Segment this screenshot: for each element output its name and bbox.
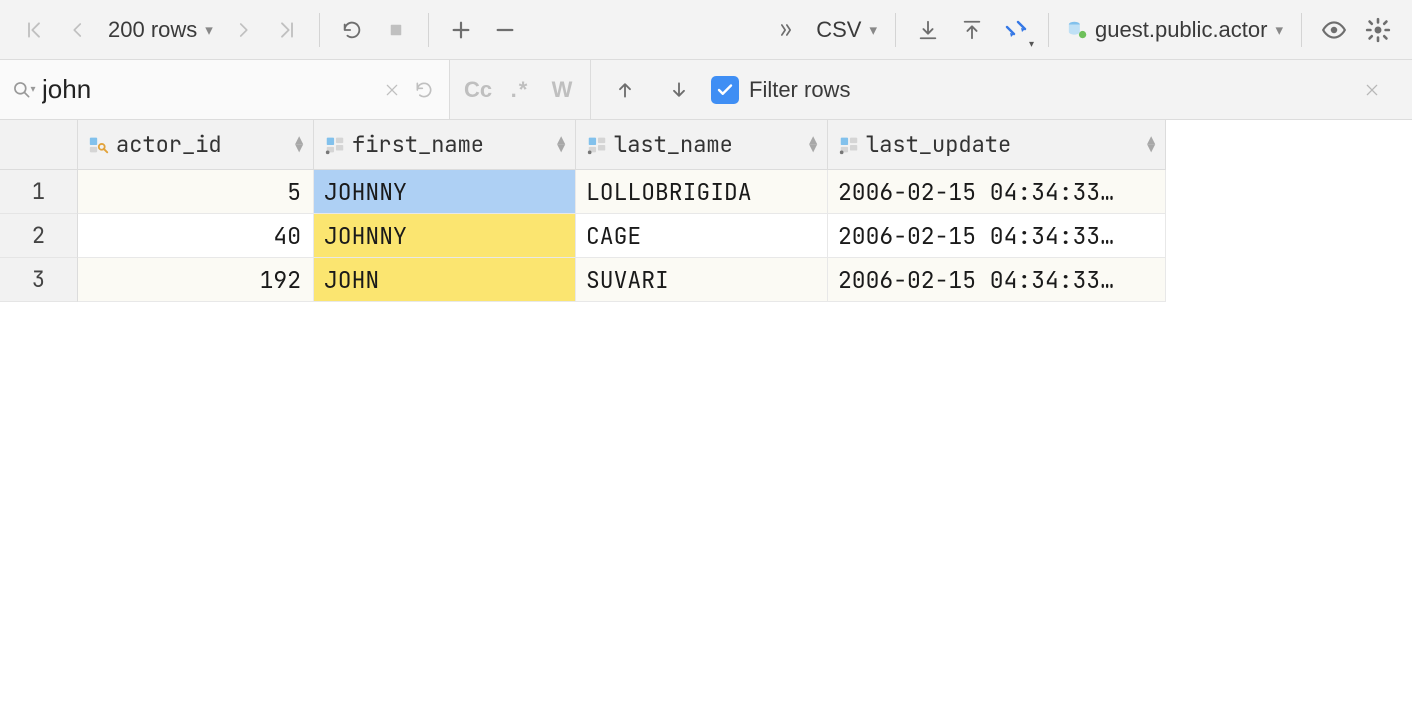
close-filter-button[interactable] [1364,82,1400,98]
column-header-actor_id[interactable]: actor_id ▲▼ [78,120,314,170]
cell[interactable]: 192 [78,258,314,302]
refresh-button[interactable] [330,8,374,52]
row-number[interactable]: 2 [0,214,78,258]
settings-button[interactable] [1356,8,1400,52]
search-input[interactable] [40,70,377,109]
separator [428,13,429,47]
corner-header[interactable] [0,120,78,170]
match-case-toggle[interactable]: Cc [458,70,498,110]
add-row-button[interactable] [439,8,483,52]
separator [1048,13,1049,47]
cell[interactable]: 40 [78,214,314,258]
filter-rows-checkbox[interactable] [711,76,739,104]
cell[interactable]: 2006-02-15 04:34:33… [828,258,1166,302]
next-page-button[interactable] [221,8,265,52]
sort-icon[interactable]: ▲▼ [1147,137,1155,153]
data-grid: actor_id▲▼first_name▲▼last_name▲▼last_up… [0,120,1412,302]
sort-icon[interactable]: ▲▼ [557,137,565,153]
cell[interactable]: JOHNNY [314,170,576,214]
breadcrumb-text: guest.public.actor [1095,17,1267,43]
column-type-icon [838,134,860,156]
filter-rows-label: Filter rows [749,77,850,103]
import-button[interactable] [906,8,950,52]
cell[interactable]: JOHNNY [314,214,576,258]
column-name: actor_id [116,130,222,159]
column-name: last_update [866,130,1011,159]
column-name: last_name [614,130,733,159]
first-page-button[interactable] [12,8,56,52]
main-toolbar: 200 rows ▾ CSV ▾ ▾ [0,0,1412,60]
search-options: Cc .* W [450,60,591,119]
more-actions-button[interactable] [764,8,808,52]
cell[interactable]: SUVARI [576,258,828,302]
column-type-icon [88,134,110,156]
whole-word-toggle[interactable]: W [542,70,582,110]
column-name: first_name [352,130,484,159]
column-header-last_update[interactable]: last_update ▲▼ [828,120,1166,170]
export-format-selector[interactable]: CSV ▾ [808,17,885,43]
prev-page-button[interactable] [56,8,100,52]
row-count-label: 200 rows [108,17,197,43]
separator [1301,13,1302,47]
search-box: ▾ [0,60,450,119]
column-type-icon [586,134,608,156]
view-button[interactable] [1312,8,1356,52]
table-breadcrumb[interactable]: guest.public.actor ▾ [1059,17,1291,43]
chevron-down-icon: ▾ [205,21,213,39]
separator [319,13,320,47]
cell[interactable]: 2006-02-15 04:34:33… [828,170,1166,214]
cell[interactable]: CAGE [576,214,828,258]
row-number[interactable]: 3 [0,258,78,302]
separator [895,13,896,47]
column-header-last_name[interactable]: last_name ▲▼ [576,120,828,170]
cell[interactable]: 5 [78,170,314,214]
cell[interactable]: 2006-02-15 04:34:33… [828,214,1166,258]
row-number[interactable]: 1 [0,170,78,214]
filter-panel: Filter rows [591,60,1412,119]
sort-icon[interactable]: ▲▼ [295,137,303,153]
chevron-down-icon: ▾ [1275,21,1283,39]
clear-search-button[interactable] [377,68,407,112]
last-page-button[interactable] [265,8,309,52]
row-count-selector[interactable]: 200 rows ▾ [100,17,221,43]
export-button[interactable] [950,8,994,52]
search-icon[interactable]: ▾ [8,68,40,112]
column-header-first_name[interactable]: first_name ▲▼ [314,120,576,170]
history-button[interactable] [407,68,441,112]
export-format-label: CSV [816,17,861,43]
chevron-down-icon: ▾ [870,21,878,39]
next-match-button[interactable] [657,68,701,112]
sort-icon[interactable]: ▲▼ [809,137,817,153]
cell[interactable]: JOHN [314,258,576,302]
compare-button[interactable]: ▾ [994,8,1038,52]
regex-toggle[interactable]: .* [500,70,540,110]
cell[interactable]: LOLLOBRIGIDA [576,170,828,214]
stop-button[interactable] [374,8,418,52]
prev-match-button[interactable] [603,68,647,112]
remove-row-button[interactable] [483,8,527,52]
datasource-icon [1067,19,1089,41]
column-type-icon [324,134,346,156]
search-filter-bar: ▾ Cc .* W Filter rows [0,60,1412,120]
